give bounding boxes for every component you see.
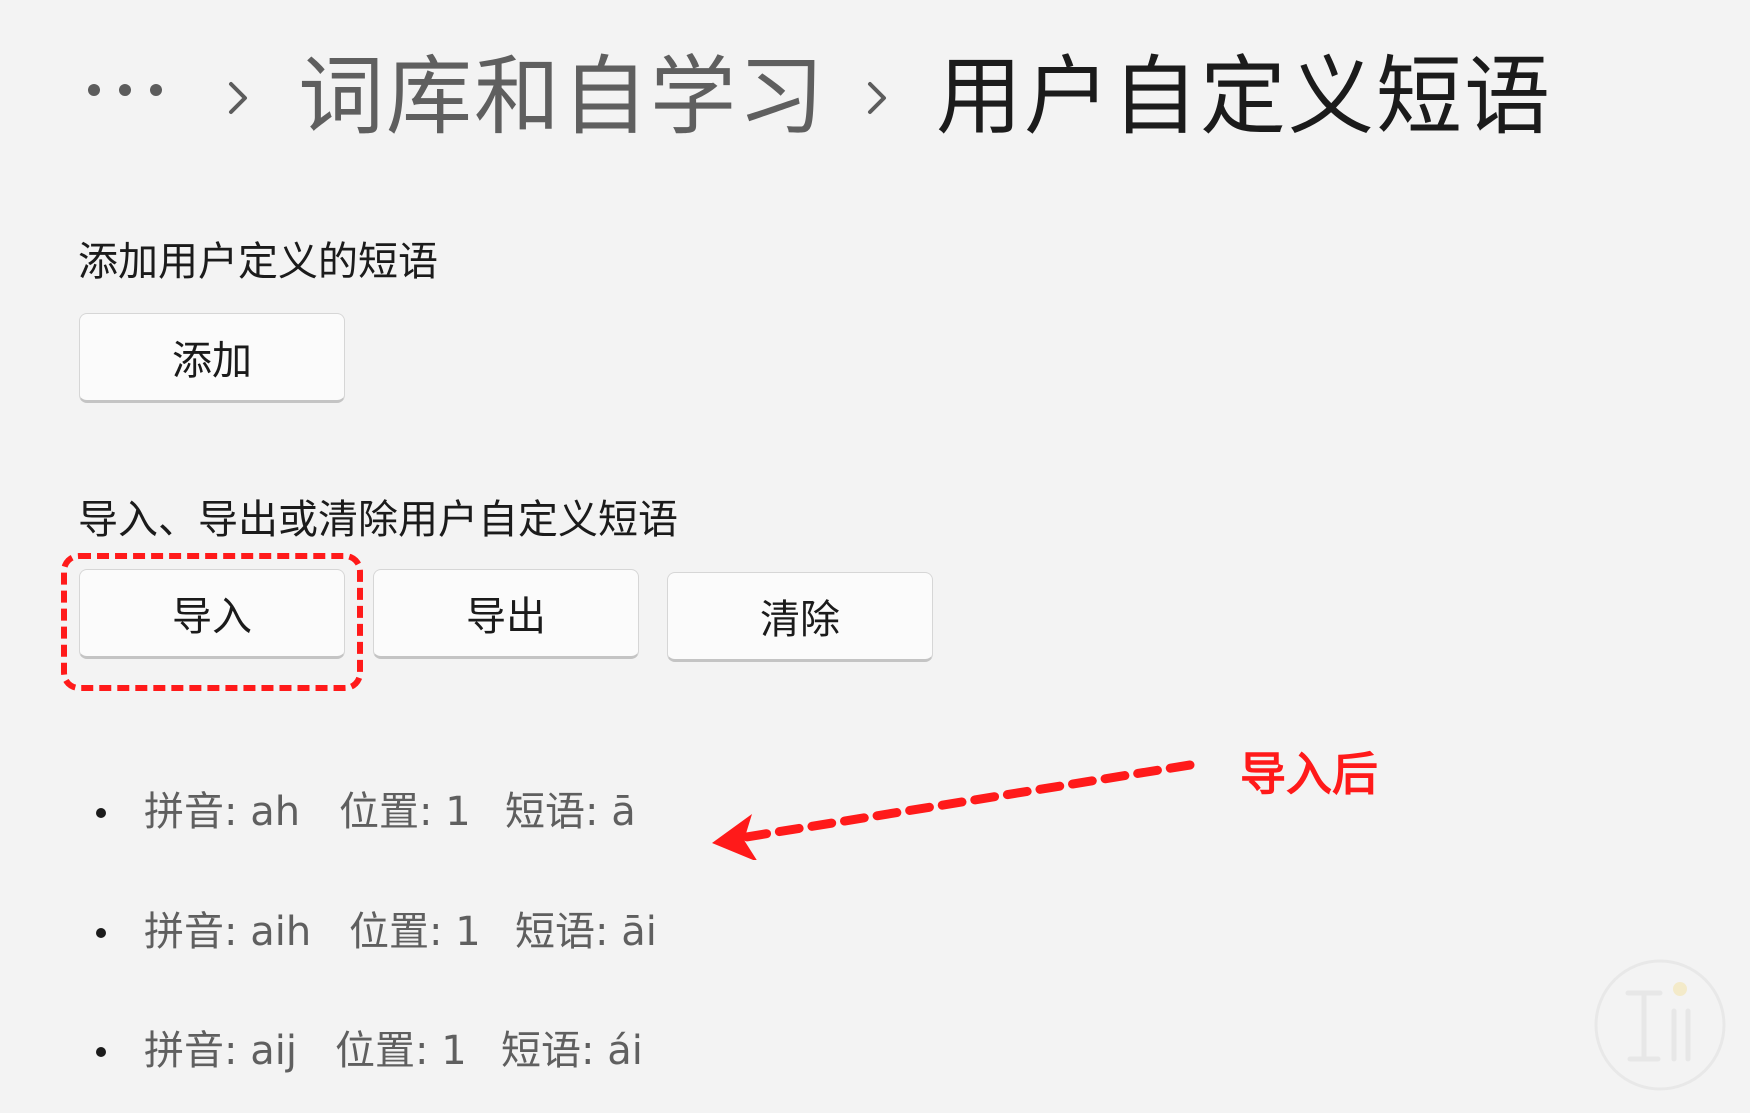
chevron-right-icon (862, 78, 892, 118)
chevron-right-icon (223, 78, 253, 118)
position-label: 位置: 1 (335, 1028, 467, 1074)
import-highlight-box (61, 553, 363, 691)
more-horizontal-icon[interactable] (88, 78, 162, 102)
phrase-label: 短语: āi (515, 909, 657, 955)
page-title: 用户自定义短语 (936, 47, 1552, 147)
annotation-arrow-icon (712, 760, 1195, 860)
position-label: 位置: 1 (339, 789, 471, 835)
position-label: 位置: 1 (349, 909, 481, 955)
annotation-label: 导入后 (1240, 747, 1378, 801)
export-button[interactable]: 导出 (373, 569, 639, 659)
watermark-logo-icon (1594, 959, 1726, 1091)
bullet-icon (96, 928, 106, 938)
breadcrumb-parent[interactable]: 词库和自学习 (298, 42, 826, 152)
pinyin-label: 拼音: ah (144, 789, 301, 835)
clear-button[interactable]: 清除 (667, 572, 933, 662)
pinyin-label: 拼音: aih (144, 909, 312, 955)
pinyin-label: 拼音: aij (144, 1028, 297, 1074)
io-section-label: 导入、导出或清除用户自定义短语 (78, 497, 678, 543)
phrase-label: 短语: ā (505, 789, 636, 835)
bullet-icon (96, 1047, 106, 1057)
phrase-label: 短语: ái (501, 1028, 643, 1074)
add-section-label: 添加用户定义的短语 (78, 239, 438, 285)
breadcrumb: 词库和自学习 用户自定义短语 (0, 0, 1750, 180)
bullet-icon (96, 808, 106, 818)
add-button[interactable]: 添加 (79, 313, 345, 403)
